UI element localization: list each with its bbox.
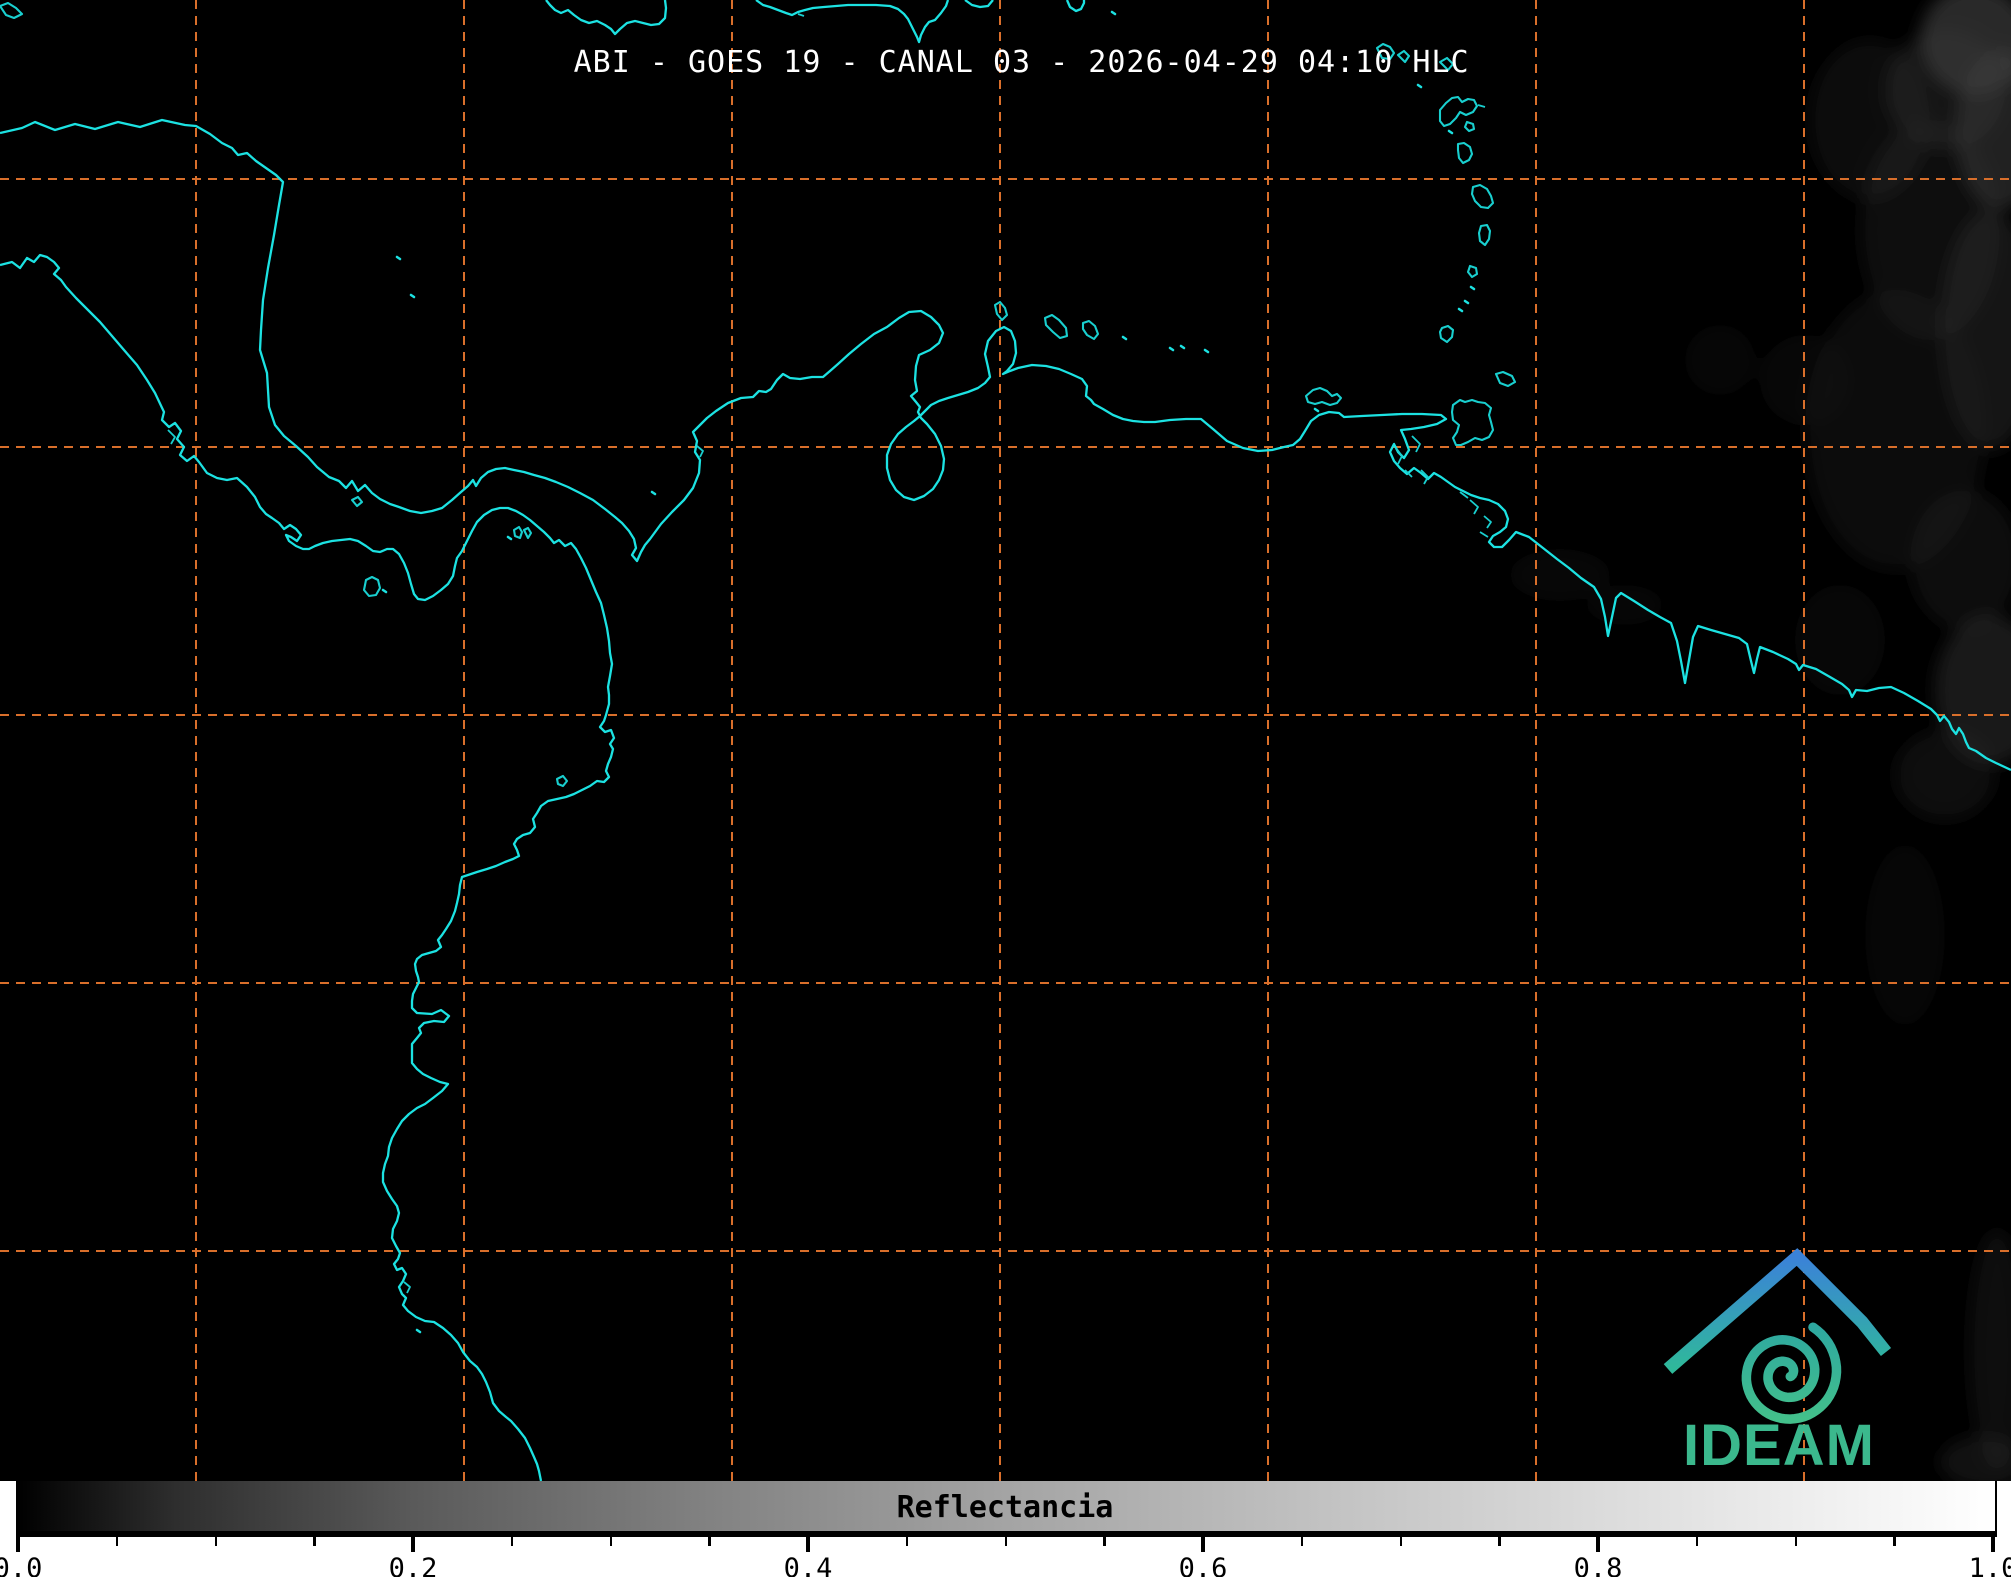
colorbar-tick-label: 0.8 [1573,1553,1623,1577]
ideam-logo: IDEAM [1663,1248,1892,1478]
colorbar-minor-tick [905,1537,909,1546]
colorbar-major-tick [411,1537,415,1552]
logo-mountain-roof [1663,1248,1892,1374]
colorbar-minor-tick [708,1537,711,1546]
logo-wordmark: IDEAM [1683,1413,1875,1478]
colorbar-minor-tick [1695,1537,1699,1546]
colorbar-minor-tick [1399,1537,1402,1546]
colorbar-label: Reflectancia [896,1490,1114,1525]
colorbar-minor-tick [214,1537,217,1546]
colorbar-tick-label: 0.2 [388,1553,438,1577]
colorbar-major-tick [1201,1537,1205,1552]
colorbar-minor-tick [1103,1537,1106,1546]
colorbar-major-tick [1991,1537,1995,1552]
colorbar-tick-label: 1.0 [1968,1553,2011,1577]
colorbar-tick-label: 0.4 [783,1553,833,1577]
colorbar-major-tick [806,1537,810,1552]
colorbar-minor-tick [1004,1537,1007,1546]
colorbar-tick-label: 0.0 [0,1553,43,1577]
colorbar-major-tick [1596,1537,1600,1552]
satellite-image-viewport: ABI - GOES 19 - CANAL 03 - 2026-04-29 04… [0,0,2011,1577]
colorbar-major-tick [16,1537,20,1552]
colorbar-minor-tick [1300,1537,1304,1546]
logo-hurricane-spiral-icon [1741,1322,1842,1424]
colorbar-minor-tick [1893,1537,1896,1546]
image-title: ABI - GOES 19 - CANAL 03 - 2026-04-29 04… [573,45,1470,80]
colorbar-tick-label: 0.6 [1178,1553,1228,1577]
colorbar-minor-tick [313,1537,316,1546]
colorbar-minor-tick [510,1537,514,1546]
colorbar-minor-tick [609,1537,612,1546]
colorbar-minor-tick [115,1537,119,1546]
colorbar-minor-tick [1794,1537,1797,1546]
colorbar-area: Reflectancia 0.0 0.2 0.4 0.6 0.8 1.0 [0,1481,2011,1577]
colorbar-minor-tick [1498,1537,1501,1546]
